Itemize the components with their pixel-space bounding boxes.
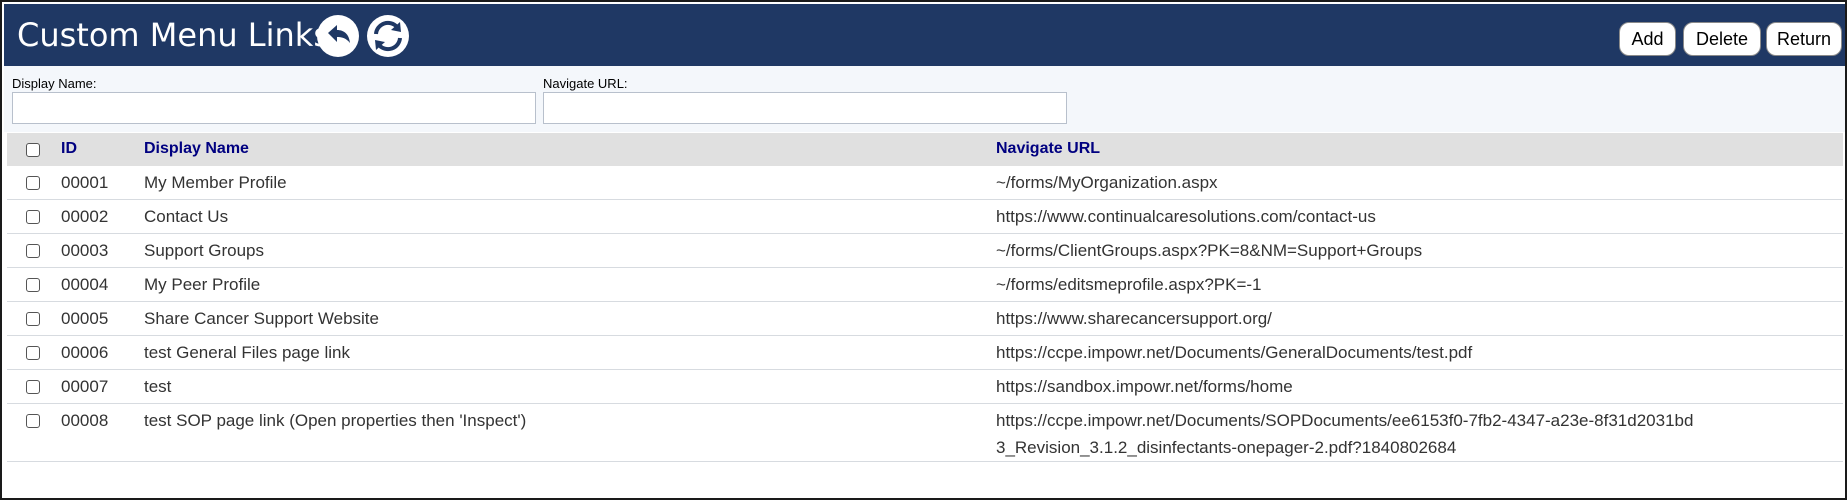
table-row[interactable]: 00007 test https://sandbox.impowr.net/fo… xyxy=(7,370,1843,404)
app-window: Custom Menu Links Add Delete Return Disp… xyxy=(0,0,1847,500)
display-name-filter-label: Display Name: xyxy=(12,76,97,91)
row-navigate-url: https://sandbox.impowr.net/forms/home xyxy=(996,377,1293,396)
undo-icon[interactable] xyxy=(316,14,360,58)
table-header: ID Display Name Navigate URL xyxy=(7,133,1843,166)
row-navigate-url: ~/forms/ClientGroups.aspx?PK=8&NM=Suppor… xyxy=(996,241,1423,260)
column-header-display-name[interactable]: Display Name xyxy=(144,140,249,158)
navigate-url-filter-input[interactable] xyxy=(543,92,1067,124)
row-id: 00005 xyxy=(61,309,109,328)
table-row[interactable]: 00006 test General Files page link https… xyxy=(7,336,1843,370)
row-display-name: Support Groups xyxy=(144,241,265,260)
table-row[interactable]: 00005 Share Cancer Support Website https… xyxy=(7,302,1843,336)
row-checkbox[interactable] xyxy=(26,210,40,224)
row-checkbox[interactable] xyxy=(26,346,40,360)
header-bar: Custom Menu Links Add Delete Return xyxy=(4,4,1845,66)
return-button[interactable]: Return xyxy=(1766,22,1842,56)
add-button[interactable]: Add xyxy=(1619,22,1676,56)
row-id: 00001 xyxy=(61,173,109,192)
table-row[interactable]: 00002 Contact Us https://www.continualca… xyxy=(7,200,1843,234)
refresh-icon[interactable] xyxy=(366,14,410,58)
row-checkbox[interactable] xyxy=(26,414,40,428)
row-id: 00007 xyxy=(61,377,109,396)
row-checkbox[interactable] xyxy=(26,278,40,292)
table-row[interactable]: 00003 Support Groups ~/forms/ClientGroup… xyxy=(7,234,1843,268)
column-header-id[interactable]: ID xyxy=(61,140,77,158)
row-navigate-url: ~/forms/MyOrganization.aspx xyxy=(996,173,1218,192)
row-display-name: Share Cancer Support Website xyxy=(144,309,379,328)
select-all-checkbox[interactable] xyxy=(26,143,40,157)
row-display-name: test General Files page link xyxy=(144,343,350,362)
table-row[interactable]: 00004 My Peer Profile ~/forms/editsmepro… xyxy=(7,268,1843,302)
row-navigate-url: ~/forms/editsmeprofile.aspx?PK=-1 xyxy=(996,275,1262,294)
row-id: 00006 xyxy=(61,343,109,362)
row-id: 00008 xyxy=(61,411,109,430)
delete-button[interactable]: Delete xyxy=(1683,22,1761,56)
navigate-url-filter-label: Navigate URL: xyxy=(543,76,628,91)
table-row[interactable]: 00008 test SOP page link (Open propertie… xyxy=(7,404,1843,462)
table-row[interactable]: 00001 My Member Profile ~/forms/MyOrgani… xyxy=(7,166,1843,200)
row-navigate-url: https://www.sharecancersupport.org/ xyxy=(996,309,1272,328)
row-display-name: Contact Us xyxy=(144,207,229,226)
row-navigate-url: https://www.continualcaresolutions.com/c… xyxy=(996,207,1376,226)
row-checkbox[interactable] xyxy=(26,244,40,258)
column-header-navigate-url[interactable]: Navigate URL xyxy=(996,140,1100,158)
filter-bar: Display Name: Navigate URL: xyxy=(4,66,1845,132)
row-id: 00003 xyxy=(61,241,109,260)
page-title: Custom Menu Links xyxy=(17,16,330,54)
row-display-name: My Member Profile xyxy=(144,173,287,192)
row-id: 00002 xyxy=(61,207,109,226)
row-id: 00004 xyxy=(61,275,109,294)
row-display-name: test SOP page link (Open properties then… xyxy=(144,411,527,430)
row-navigate-url: https://ccpe.impowr.net/Documents/Genera… xyxy=(996,343,1473,362)
row-checkbox[interactable] xyxy=(26,176,40,190)
row-checkbox[interactable] xyxy=(26,380,40,394)
display-name-filter-input[interactable] xyxy=(12,92,536,124)
row-display-name: My Peer Profile xyxy=(144,275,261,294)
row-navigate-url: https://ccpe.impowr.net/Documents/SOPDoc… xyxy=(996,411,1694,457)
row-display-name: test xyxy=(144,377,172,396)
row-checkbox[interactable] xyxy=(26,312,40,326)
